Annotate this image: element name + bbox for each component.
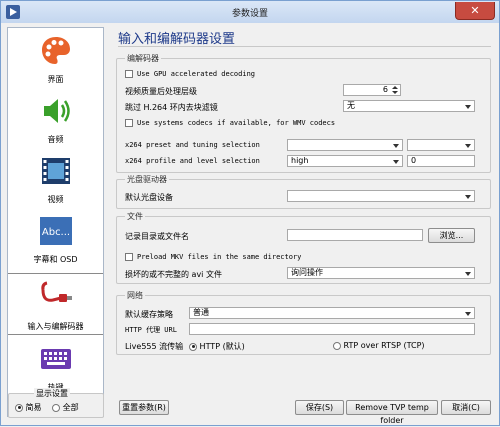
avi-repair-select[interactable]: 询问操作 <box>287 267 475 279</box>
browse-button[interactable]: 浏览... <box>428 228 475 243</box>
sidebar-item-video[interactable]: 视频 <box>8 150 103 208</box>
cancel-button[interactable]: 取消(C) <box>441 400 491 415</box>
network-group-label: 网络 <box>125 290 145 301</box>
sidebar-item-audio[interactable]: 音频 <box>8 90 103 148</box>
x264-preset-label: x264 preset and tuning selection <box>125 141 260 149</box>
chevron-down-icon <box>392 157 401 166</box>
save-button[interactable]: 保存(S) <box>295 400 344 415</box>
http-radio-label: HTTP (默认) <box>199 342 245 351</box>
preload-mkv-label: Preload MKV files in the same directory <box>137 253 302 261</box>
files-group: 文件 记录目录或文件名 浏览... Preload MKV files in t… <box>116 211 491 284</box>
default-disc-device-label: 默认光盘设备 <box>125 193 173 202</box>
avi-repair-label: 损坏的或不完整的 avi 文件 <box>125 270 222 279</box>
rtp-radio[interactable] <box>333 341 341 350</box>
codecs-group: 编解码器 Use GPU accelerated decoding 视频质量后处… <box>116 53 491 173</box>
gpu-decoding-label: Use GPU accelerated decoding <box>137 70 256 78</box>
sidebar-item-label: 界面 <box>47 75 64 84</box>
page-title: 输入和编解码器设置 <box>118 32 236 47</box>
sidebar-item-interface[interactable]: 界面 <box>8 30 103 88</box>
preferences-window: 参数设置 ✕ 界面 音频 视频 Abc... 字幕和 OSD 输入与编解码器 显… <box>0 0 500 426</box>
title-bar: 参数设置 ✕ <box>1 1 499 23</box>
http-radio[interactable] <box>189 342 197 351</box>
window-title: 参数设置 <box>231 9 268 19</box>
x264-profile-label: x264 profile and level selection <box>125 157 260 165</box>
skip-loop-filter-select[interactable]: 无 <box>343 100 475 112</box>
x264-level-value: 0 <box>411 156 417 165</box>
chevron-down-icon <box>392 141 401 150</box>
x264-tuning-select[interactable] <box>407 139 475 151</box>
system-codecs-checkbox[interactable] <box>125 119 133 127</box>
subtitle-abc-icon: Abc... <box>40 217 72 245</box>
live555-http-option[interactable]: HTTP (默认) <box>189 341 245 352</box>
remove-tvp-temp-folder-button[interactable]: Remove TVP temp folder <box>346 400 438 425</box>
cable-plug-icon <box>41 281 72 302</box>
files-group-label: 文件 <box>125 211 145 222</box>
chevron-down-icon <box>464 102 473 111</box>
preload-mkv-row: Preload MKV files in the same directory <box>125 253 301 261</box>
reset-preferences-button[interactable]: 重置参数(R) <box>119 400 169 415</box>
gpu-decoding-checkbox[interactable] <box>125 70 133 78</box>
network-group: 网络 默认缓存策略 普通 HTTP 代理 URL Live555 流传输 HTT… <box>116 290 491 355</box>
postproc-level-value: 6 <box>382 85 388 94</box>
record-dir-label: 记录目录或文件名 <box>125 232 189 241</box>
chevron-down-icon <box>464 141 473 150</box>
close-button[interactable]: ✕ <box>455 2 495 20</box>
http-proxy-input[interactable] <box>189 323 475 335</box>
rtp-radio-label: RTP over RTSP (TCP) <box>343 341 425 350</box>
chevron-down-icon <box>464 309 473 318</box>
sidebar-item-input-codecs[interactable]: 输入与编解码器 <box>8 273 103 335</box>
record-dir-input[interactable] <box>287 229 423 241</box>
x264-preset-select[interactable] <box>287 139 403 151</box>
sidebar-item-label: 音频 <box>47 135 64 144</box>
preload-mkv-checkbox[interactable] <box>125 253 133 261</box>
postproc-level-spinbox[interactable]: 6 <box>343 84 401 96</box>
speaker-icon <box>44 99 70 123</box>
category-sidebar: 界面 音频 视频 Abc... 字幕和 OSD 输入与编解码器 <box>7 27 104 417</box>
keyboard-icon <box>41 349 71 369</box>
title-divider <box>118 46 491 47</box>
codecs-group-label: 编解码器 <box>125 53 161 64</box>
x264-profile-value: high <box>291 156 309 165</box>
sidebar-item-label: 视频 <box>47 195 64 204</box>
system-codecs-row: Use systems codecs if available, for WMV… <box>125 119 335 127</box>
skip-loop-filter-label: 跳过 H.264 环内去块滤镜 <box>125 103 218 112</box>
simple-radio[interactable] <box>15 403 23 412</box>
x264-level-field[interactable]: 0 <box>407 155 475 167</box>
cache-policy-label: 默认缓存策略 <box>125 310 173 319</box>
palette-icon <box>42 37 70 64</box>
live555-rtp-option[interactable]: RTP over RTSP (TCP) <box>333 341 425 350</box>
http-proxy-label: HTTP 代理 URL <box>125 326 177 334</box>
x264-profile-select[interactable]: high <box>287 155 403 167</box>
sidebar-item-label: 字幕和 OSD <box>33 255 78 264</box>
live555-label: Live555 流传输 <box>125 342 184 351</box>
system-codecs-label: Use systems codecs if available, for WMV… <box>137 119 336 127</box>
display-settings-group: 显示设置 简易 全部 <box>8 388 104 418</box>
simple-radio-label: 简易 <box>25 403 42 412</box>
disc-drive-group-label: 光盘驱动器 <box>125 174 169 185</box>
chevron-down-icon <box>464 192 473 201</box>
postproc-label: 视频质量后处理层级 <box>125 87 197 96</box>
disc-drive-group: 光盘驱动器 默认光盘设备 <box>116 174 491 209</box>
film-icon <box>42 158 70 184</box>
sidebar-item-label: 输入与编解码器 <box>27 322 84 331</box>
spin-down-icon[interactable] <box>391 90 399 95</box>
gpu-decoding-row: Use GPU accelerated decoding <box>125 70 255 78</box>
cache-policy-select[interactable]: 普通 <box>189 307 475 319</box>
default-disc-device-select[interactable] <box>287 190 475 202</box>
all-radio-label: 全部 <box>62 403 79 412</box>
display-settings-label: 显示设置 <box>34 388 70 399</box>
avi-repair-value: 询问操作 <box>291 268 323 277</box>
svg-text:Abc...: Abc... <box>42 227 70 238</box>
chevron-down-icon <box>464 269 473 278</box>
skip-loop-filter-value: 无 <box>347 101 355 110</box>
all-radio[interactable] <box>52 403 61 412</box>
cache-policy-value: 普通 <box>193 308 209 317</box>
sidebar-item-subtitles-osd[interactable]: Abc... 字幕和 OSD <box>8 210 103 268</box>
